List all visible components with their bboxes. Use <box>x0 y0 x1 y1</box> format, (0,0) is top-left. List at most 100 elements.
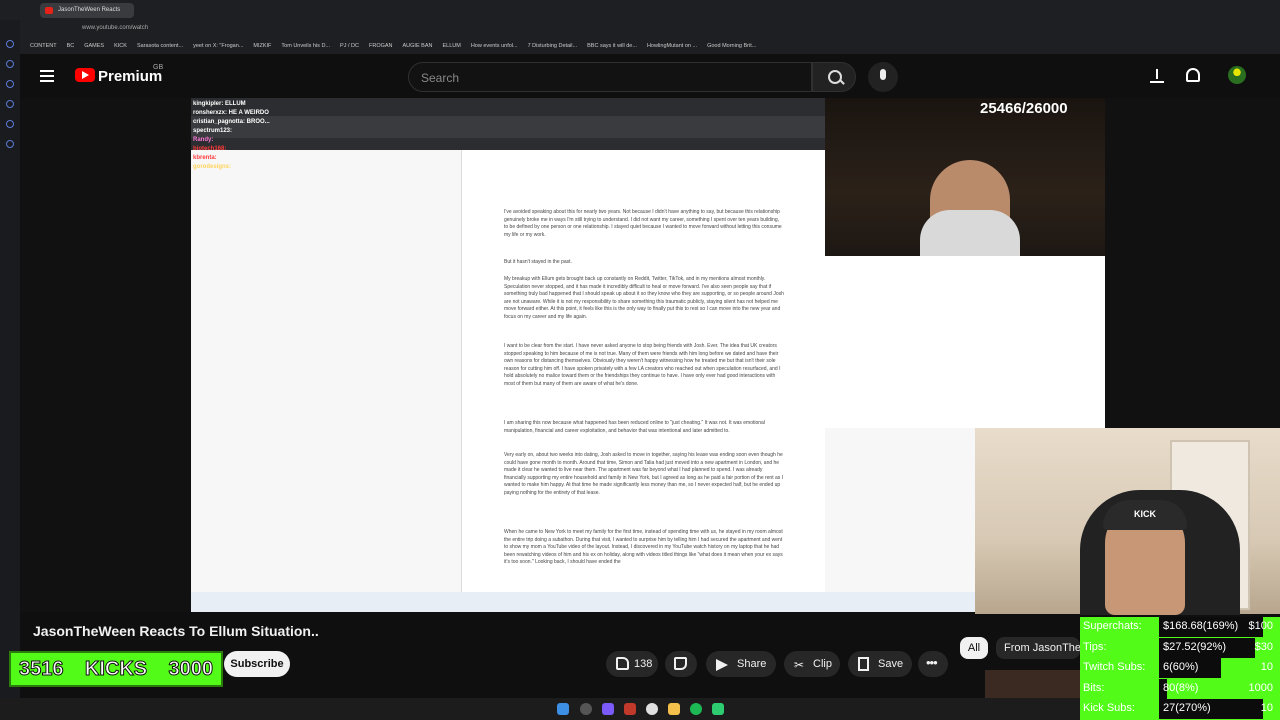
save-button[interactable]: Save <box>848 651 912 677</box>
spotify-icon[interactable] <box>690 703 702 715</box>
stat-value: 27(270%) <box>1163 702 1211 715</box>
bookmark-item[interactable]: GAMES <box>84 43 104 49</box>
stat-label: Bits: <box>1083 681 1105 694</box>
taskbar-app-icon[interactable] <box>624 703 636 715</box>
bookmark-item[interactable]: PJ / DC <box>340 43 359 49</box>
chat-username: cristian_pagnotta: <box>193 119 246 125</box>
bookmark-item[interactable]: Sarasota content... <box>137 43 183 49</box>
thumbs-up-icon <box>616 657 629 670</box>
chat-text: ELLUM <box>223 101 246 107</box>
chat-username: kingkipler: <box>193 101 224 107</box>
bookmark-item[interactable]: Good Morning Brit... <box>707 43 756 49</box>
microphone-icon[interactable] <box>868 62 898 92</box>
folder-icon[interactable] <box>668 703 680 715</box>
bookmark-item[interactable]: Tom Unveils his D... <box>281 43 330 49</box>
document-paragraph: I am sharing this now because what happe… <box>504 420 765 434</box>
kicks-current: 3516 <box>19 657 64 680</box>
like-count: 138 <box>634 658 653 670</box>
scissors-icon: ✂ <box>794 658 805 672</box>
filter-chip-from-channel[interactable]: From JasonThe <box>996 637 1080 659</box>
windows-start-icon[interactable] <box>557 703 569 715</box>
stat-goal: 10 <box>1260 702 1273 715</box>
stat-value: 80(8%) <box>1163 681 1199 694</box>
address-bar[interactable]: www.youtube.com/watch <box>20 20 1280 38</box>
subscribe-button[interactable]: Subscribe <box>224 651 290 677</box>
upload-icon[interactable] <box>1150 69 1164 83</box>
sidebar-app-icon[interactable] <box>6 80 14 88</box>
chat-message: gorodesigns: <box>193 163 353 172</box>
avatar[interactable] <box>1228 66 1246 84</box>
search-input[interactable]: Search <box>408 62 812 92</box>
chat-username: gorodesigns: <box>193 164 232 170</box>
share-icon <box>716 659 728 671</box>
chat-username: spectrum123: <box>193 128 233 134</box>
document-paragraph: I've avoided speaking about this for nea… <box>504 209 782 238</box>
bookmark-item[interactable]: AUGIE BAN <box>403 43 433 49</box>
more-actions-button[interactable]: ••• <box>918 651 948 677</box>
sidebar-app-icon[interactable] <box>6 120 14 128</box>
document-paragraph: But it hasn't stayed in the past. <box>504 259 572 265</box>
sidebar-app-icon[interactable] <box>6 140 14 148</box>
chat-text: BROO... <box>245 119 270 125</box>
stat-goal: 10 <box>1260 661 1273 674</box>
youtube-logo-icon[interactable] <box>75 68 95 82</box>
share-button[interactable]: Share <box>706 651 776 677</box>
youtube-header: Premium GB Search <box>20 54 1280 98</box>
stat-row: Twitch Subs: 6(60%) 10 <box>1083 658 1277 679</box>
bookmark-item[interactable]: HowlingMutant on ... <box>647 43 697 49</box>
bookmark-item[interactable]: How events unfol... <box>471 43 518 49</box>
taskbar-search-icon[interactable] <box>580 703 592 715</box>
kicks-counter: 3516 KICKS 3000 <box>9 651 223 687</box>
kicks-label: KICKS <box>84 657 148 680</box>
bookmark-item[interactable]: FROGAN <box>369 43 393 49</box>
stat-goal: $30 <box>1254 640 1273 653</box>
stat-label: Superchats: <box>1083 620 1142 632</box>
stat-row: Bits: 80(8%) 1000 <box>1083 678 1277 699</box>
logo-region: GB <box>153 64 164 71</box>
bookmark-item[interactable]: BC <box>67 43 75 49</box>
share-label: Share <box>737 658 767 670</box>
sidebar-app-icon[interactable] <box>6 60 14 68</box>
sidebar-app-icon[interactable] <box>6 40 14 48</box>
stat-value: 6(60%) <box>1163 661 1199 674</box>
donation-stats-panel: Superchats: $168.68(169%) $100 Tips: $27.52(… <box>1080 617 1280 720</box>
document-paragraph: When he came to New York to meet my fami… <box>504 529 783 565</box>
hamburger-menu-icon[interactable] <box>40 70 54 82</box>
bookmark-item[interactable]: BBC says it will de... <box>587 43 637 49</box>
chat-message: biotech168: <box>193 145 353 154</box>
taskbar-app-icon[interactable] <box>712 703 724 715</box>
dislike-button[interactable] <box>665 651 697 677</box>
stat-goal: $100 <box>1248 620 1273 632</box>
stat-row: Kick Subs: 27(270%) 10 <box>1083 699 1277 720</box>
bookmark-item[interactable]: yeet on X: "Frogan... <box>193 43 243 49</box>
like-button[interactable]: 138 <box>606 651 658 677</box>
browser-tab-title: JasonTheWeen Reacts <box>58 7 121 13</box>
stream-chat-overlay: kingkipler: ELLUM ronsherxzx: HE A WEIRDO… <box>193 100 353 204</box>
save-label: Save <box>878 658 904 670</box>
chat-username: ronsherxzx: <box>193 110 228 116</box>
sidebar-app-icon[interactable] <box>6 100 14 108</box>
browser-sidebar <box>0 20 20 720</box>
bookmark-item[interactable]: ELLUM <box>442 43 460 49</box>
bookmark-item[interactable]: 7 Disturbing Detail... <box>528 43 578 49</box>
more-dots-icon: ••• <box>926 655 938 670</box>
kick-cap: KICK <box>1103 500 1187 530</box>
chrome-icon[interactable] <box>646 703 658 715</box>
bookmark-item[interactable]: CONTENT <box>30 43 57 49</box>
bookmark-item[interactable]: MIZKIF <box>253 43 271 49</box>
browser-tab-active[interactable]: JasonTheWeen Reacts <box>40 3 134 18</box>
chat-message: kingkipler: ELLUM <box>193 100 353 109</box>
thumbs-down-icon <box>674 657 687 670</box>
stream-taskbar <box>191 592 975 612</box>
suggested-video-thumbnail[interactable] <box>985 670 1080 700</box>
sub-goal-counter: 25466/26000 <box>980 100 1068 117</box>
address-url[interactable]: www.youtube.com/watch <box>82 25 148 31</box>
bell-icon[interactable] <box>1186 68 1200 82</box>
filter-chip-all[interactable]: All <box>960 637 988 659</box>
bookmark-item[interactable]: KICK <box>114 43 127 49</box>
search-icon[interactable] <box>812 62 856 92</box>
discord-icon[interactable] <box>602 703 614 715</box>
browser-tab-bar: JasonTheWeen Reacts <box>0 0 1280 20</box>
clip-button[interactable]: ✂ Clip <box>784 651 840 677</box>
youtube-favicon-icon <box>45 7 53 14</box>
